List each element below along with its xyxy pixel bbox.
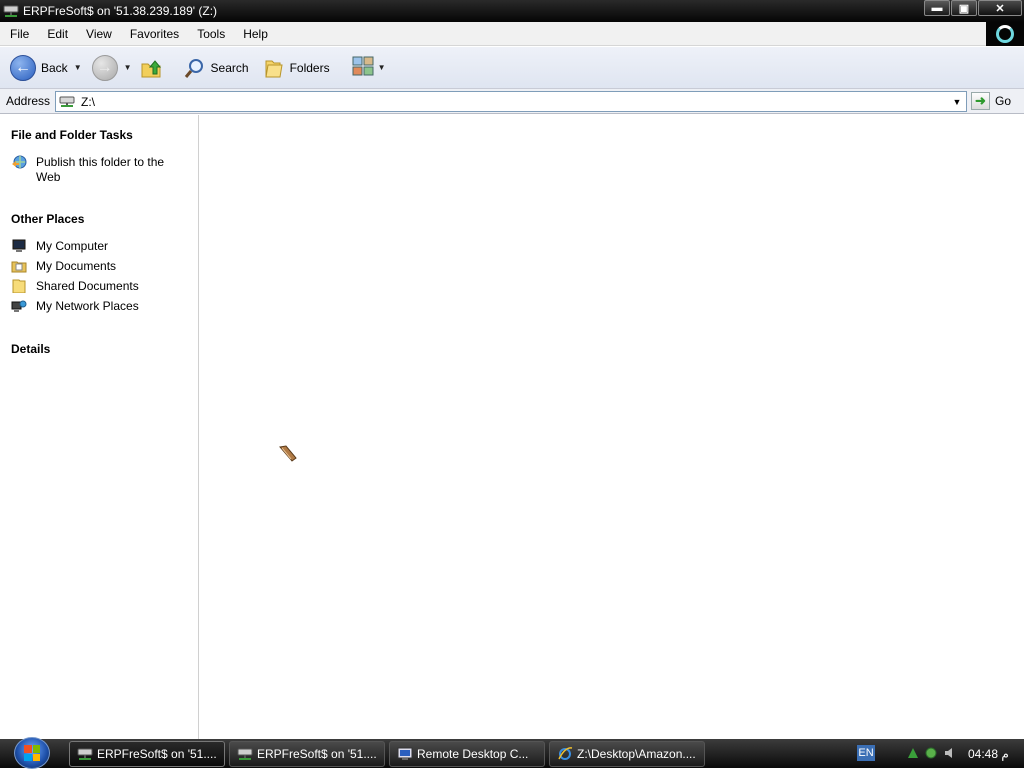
folder-content-area[interactable] [200, 115, 1024, 739]
my-computer-link[interactable]: My Computer [11, 239, 191, 254]
address-bar: Address Z:\ ▼ ➜ Go [0, 89, 1024, 114]
go-button[interactable]: ➜ Go [971, 92, 1011, 110]
folders-label: Folders [289, 60, 330, 75]
go-arrow-icon: ➜ [971, 92, 990, 110]
publish-folder-web-label: Publish this folder to the Web [36, 155, 165, 184]
title-bar: ERPFreSoft$ on '51.38.239.189' (Z:) ▬ ▣ … [0, 0, 1024, 22]
remote-desktop-icon [397, 747, 413, 761]
clock[interactable]: 04:48 م [968, 747, 1009, 761]
windows-flag-icon [24, 745, 40, 761]
views-dropdown-arrow: ▼ [377, 63, 386, 72]
taskbar-button-label: ERPFreSoft$ on '51.... [257, 747, 377, 761]
network-drive-icon [77, 747, 93, 761]
forward-arrow-icon: → [91, 54, 118, 81]
minimize-icon: ▬ [931, 2, 943, 14]
internet-explorer-icon [557, 747, 573, 761]
views-icon [352, 55, 376, 80]
taskbar-button-internet-explorer[interactable]: Z:\Desktop\Amazon.... [549, 741, 705, 767]
mouse-cursor-icon [278, 444, 298, 464]
shared-documents-link[interactable]: Shared Documents [11, 279, 191, 294]
network-drive-icon [3, 4, 19, 18]
my-documents-label: My Documents [36, 259, 117, 273]
views-button[interactable]: ▼ [348, 51, 390, 85]
publish-web-icon [11, 155, 27, 169]
taskbar-button-label: ERPFreSoft$ on '51.... [97, 747, 217, 761]
my-network-places-link[interactable]: My Network Places [11, 299, 191, 314]
menu-bar: File Edit View Favorites Tools Help [0, 22, 986, 46]
restore-icon: ▣ [958, 2, 970, 15]
taskbar-button-erpfresoft-2[interactable]: ERPFreSoft$ on '51.... [229, 741, 385, 767]
up-folder-button[interactable] [136, 51, 166, 85]
search-label: Search [210, 60, 249, 75]
menu-edit[interactable]: Edit [37, 27, 76, 41]
other-places-heading[interactable]: Other Places [11, 212, 84, 226]
forward-history-dropdown[interactable]: ▼ [124, 63, 132, 72]
network-drive-icon [59, 96, 75, 108]
address-input[interactable]: Z:\ ▼ [55, 91, 967, 112]
start-button[interactable] [14, 737, 50, 769]
taskbar-button-erpfresoft-1[interactable]: ERPFreSoft$ on '51.... [69, 741, 225, 767]
address-dropdown-arrow[interactable]: ▼ [948, 92, 966, 111]
taskbar-button-label: Remote Desktop C... [417, 747, 529, 761]
shared-documents-label: Shared Documents [36, 279, 139, 293]
address-label: Address [6, 94, 51, 108]
network-places-icon [11, 299, 27, 313]
publish-folder-web-link[interactable]: Publish this folder to the Web [11, 155, 191, 185]
address-value: Z:\ [81, 94, 95, 109]
menu-view[interactable]: View [76, 27, 120, 41]
window-title: ERPFreSoft$ on '51.38.239.189' (Z:) [23, 4, 218, 18]
forward-button[interactable]: → [88, 51, 122, 85]
menu-file[interactable]: File [0, 27, 37, 41]
folders-icon [263, 57, 285, 79]
back-label: Back [41, 60, 68, 75]
restore-button[interactable]: ▣ [951, 0, 977, 16]
menu-help[interactable]: Help [233, 27, 276, 41]
my-computer-icon [11, 239, 27, 253]
menu-favorites[interactable]: Favorites [120, 27, 187, 41]
go-label: Go [995, 94, 1012, 108]
close-icon: ✕ [995, 2, 1005, 15]
update-tray-icon[interactable] [924, 746, 938, 760]
back-history-dropdown[interactable]: ▼ [74, 63, 82, 72]
minimize-button[interactable]: ▬ [924, 0, 950, 16]
back-arrow-icon: ← [10, 54, 36, 81]
file-folder-tasks-heading[interactable]: File and Folder Tasks [11, 128, 133, 142]
my-documents-link[interactable]: My Documents [11, 259, 191, 274]
taskbar: ERPFreSoft$ on '51.... ERPFreSoft$ on '5… [0, 737, 1024, 769]
details-heading[interactable]: Details [11, 342, 50, 356]
taskbar-button-label: Z:\Desktop\Amazon.... [577, 747, 696, 761]
volume-tray-icon[interactable] [943, 746, 957, 760]
my-network-places-label: My Network Places [36, 299, 139, 313]
folders-button[interactable]: Folders [259, 51, 334, 85]
network-drive-icon [237, 747, 253, 761]
shared-documents-icon [11, 279, 27, 294]
taskbar-button-remote-desktop[interactable]: Remote Desktop C... [389, 741, 545, 767]
windows-brand-logo [986, 22, 1024, 46]
menu-tools[interactable]: Tools [187, 27, 233, 41]
search-button[interactable]: Search [180, 51, 253, 85]
language-indicator[interactable]: EN [857, 745, 875, 761]
my-computer-label: My Computer [36, 239, 109, 253]
toolbar: ← Back ▼ → ▼ Search Folders ▼ [0, 47, 1024, 89]
task-pane: File and Folder Tasks Publish this folde… [0, 115, 199, 739]
my-documents-icon [11, 259, 27, 273]
close-button[interactable]: ✕ [978, 0, 1022, 16]
up-folder-icon [140, 57, 162, 79]
search-icon [184, 57, 206, 79]
back-button[interactable]: ← Back [6, 51, 72, 85]
network-tray-icon[interactable] [906, 746, 920, 760]
